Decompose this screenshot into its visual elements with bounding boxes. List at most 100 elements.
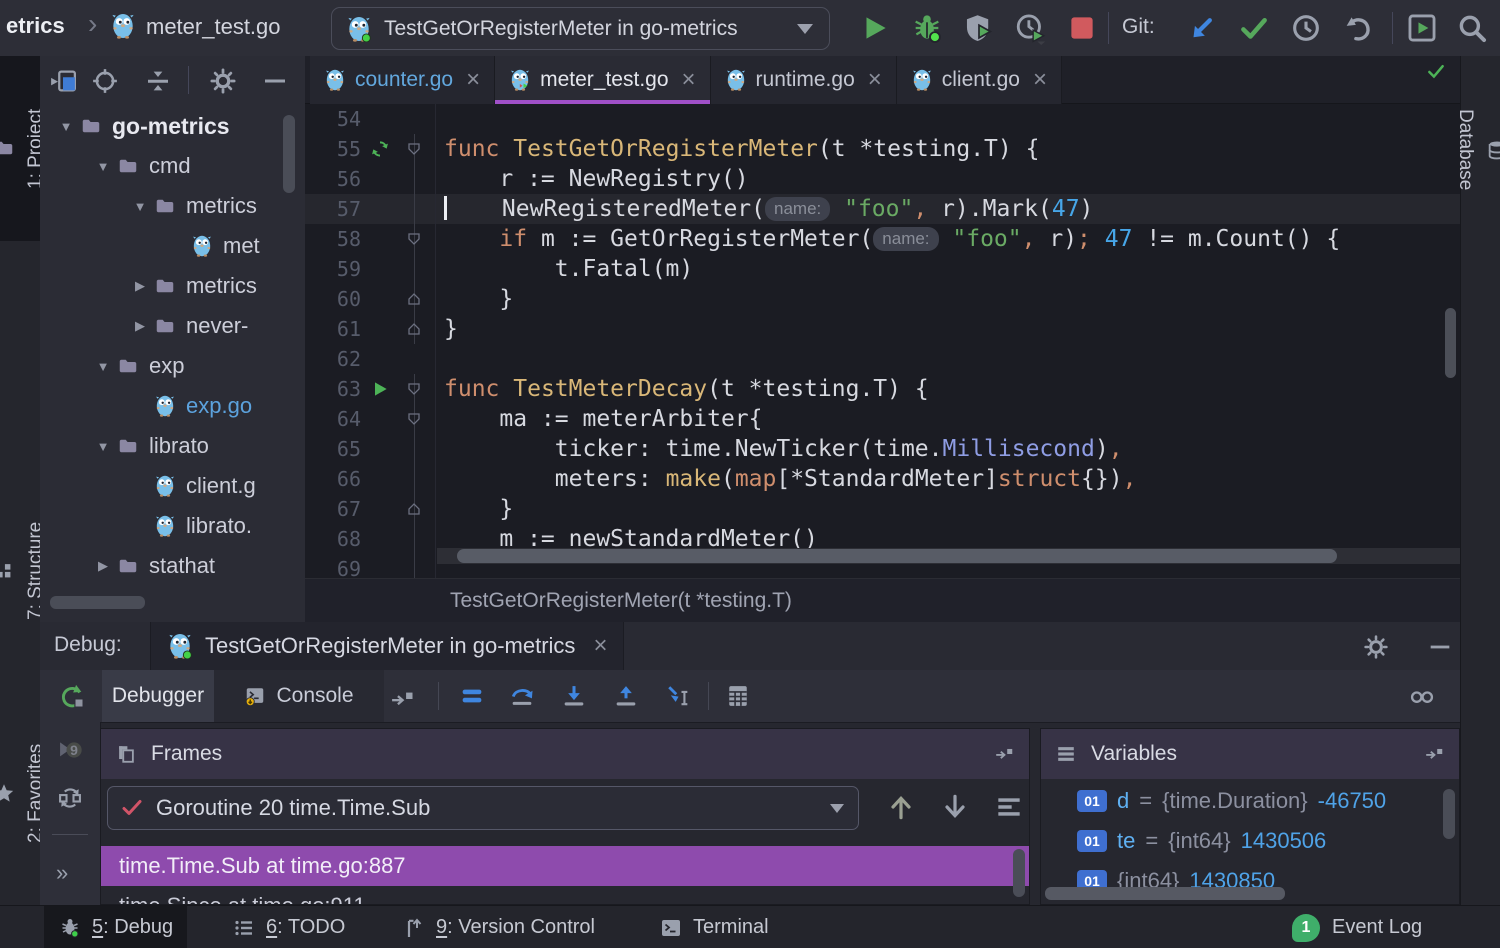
hot-swap-button[interactable] [56, 784, 84, 812]
frames-vertical-scrollbar[interactable] [1013, 849, 1025, 897]
statusbar-item-5-debug[interactable]: 5: Debug [44, 906, 188, 948]
tree-item-go-metrics[interactable]: ▼ go-metrics [40, 106, 305, 146]
fold-marker-icon[interactable] [407, 382, 421, 396]
stop-button[interactable] [1065, 11, 1099, 45]
git-rollback-button[interactable] [1341, 11, 1375, 45]
line-number[interactable]: 55 [305, 134, 361, 164]
editor-tab-runtime-go[interactable]: runtime.go × [710, 56, 897, 104]
frame-row[interactable]: time.Since at time.go:911 [101, 886, 1029, 904]
frame-row[interactable]: time.Time.Sub at time.go:887 [101, 846, 1029, 886]
fold-marker-icon[interactable] [407, 412, 421, 426]
debug-settings-gear-icon[interactable] [1362, 633, 1390, 661]
code-line-56[interactable]: 56 r := NewRegistry() [305, 164, 1460, 194]
tree-chevron-icon[interactable]: ▶ [126, 278, 154, 294]
run-anything-button[interactable] [1405, 11, 1439, 45]
code-line-65[interactable]: 65 ticker: time.NewTicker(time.Milliseco… [305, 434, 1460, 464]
fold-gutter[interactable] [399, 494, 429, 524]
variables-horizontal-scrollbar[interactable] [1045, 887, 1285, 900]
debug-tab-debugger[interactable]: Debugger [102, 670, 214, 722]
search-everywhere-button[interactable] [1455, 11, 1489, 45]
code-line-57[interactable]: 57 NewRegisteredMeter(name: "foo", r).Ma… [305, 194, 1460, 224]
debug-button[interactable] [910, 11, 944, 45]
line-number[interactable]: 65 [305, 434, 361, 464]
run-test-gutter-icon[interactable] [361, 374, 399, 404]
breadcrumb-project[interactable]: etrics [6, 13, 65, 39]
tree-item-exp-go[interactable]: exp.go [40, 386, 305, 426]
tab-close-icon[interactable]: × [1033, 68, 1047, 92]
tab-close-icon[interactable]: × [466, 68, 480, 92]
profiler-button[interactable] [1014, 11, 1048, 45]
line-number[interactable]: 64 [305, 404, 361, 434]
line-number[interactable]: 61 [305, 314, 361, 344]
project-horizontal-scrollbar[interactable] [50, 596, 145, 609]
run-to-cursor-button[interactable] [664, 682, 692, 710]
line-number[interactable]: 57 [305, 194, 361, 224]
toolwindow-button-database[interactable]: Database [1455, 62, 1500, 237]
goroutine-select[interactable]: Goroutine 20 time.Time.Sub [107, 786, 859, 830]
resume-program-button[interactable]: 9 [56, 736, 84, 764]
line-number[interactable]: 69 [305, 554, 361, 578]
editor-vertical-scrollbar[interactable] [1445, 308, 1456, 378]
line-number[interactable]: 62 [305, 344, 361, 374]
code-line-58[interactable]: 58 if m := GetOrRegisterMeter(name: "foo… [305, 224, 1460, 254]
tree-chevron-icon[interactable]: ▶ [89, 558, 117, 574]
breadcrumb-file[interactable]: meter_test.go [146, 14, 281, 40]
editor-horizontal-scrollbar-track[interactable] [437, 548, 1460, 564]
variable-row[interactable]: 01 d = {time.Duration} -46750 [1041, 781, 1459, 821]
evaluate-expression-button[interactable] [724, 682, 752, 710]
fold-marker-icon[interactable] [407, 292, 421, 306]
code-line-59[interactable]: 59 t.Fatal(m) [305, 254, 1460, 284]
tree-chevron-icon[interactable]: ▼ [126, 199, 154, 214]
tree-item-never-[interactable]: ▶ never- [40, 306, 305, 346]
git-history-button[interactable] [1289, 11, 1323, 45]
close-session-icon[interactable]: × [593, 632, 607, 660]
toolwindow-button-7-structure[interactable]: 7: Structure [0, 476, 46, 666]
fold-gutter[interactable] [399, 284, 429, 314]
tree-item-librato[interactable]: ▼ librato [40, 426, 305, 466]
step-over-button[interactable] [508, 682, 536, 710]
glasses-icon[interactable] [1408, 682, 1436, 710]
tab-close-icon[interactable]: × [682, 68, 696, 92]
step-into-button[interactable] [560, 682, 588, 710]
tree-item-metrics[interactable]: ▶ metrics [40, 266, 305, 306]
fold-gutter[interactable] [399, 224, 429, 254]
editor-tab-counter-go[interactable]: counter.go × [310, 56, 496, 104]
next-frame-button[interactable] [939, 791, 971, 823]
code-editor[interactable]: 54 55 func TestGetOrRegisterMeter(t *testi… [305, 104, 1460, 578]
line-number[interactable]: 66 [305, 464, 361, 494]
select-opened-file-button[interactable] [48, 66, 78, 96]
statusbar-item-terminal[interactable]: Terminal [645, 906, 783, 948]
line-number[interactable]: 58 [305, 224, 361, 254]
fold-gutter[interactable] [399, 404, 429, 434]
tab-close-icon[interactable]: × [868, 68, 882, 92]
tree-chevron-icon[interactable]: ▶ [126, 318, 154, 334]
event-log-widget[interactable]: 1 Event Log [1292, 906, 1422, 948]
project-vertical-scrollbar[interactable] [283, 115, 295, 193]
collapse-all-button[interactable] [143, 66, 173, 96]
show-execution-point-button[interactable] [458, 682, 486, 710]
code-line-66[interactable]: 66 meters: make(map[*StandardMeter]struc… [305, 464, 1460, 494]
code-line-61[interactable]: 61} [305, 314, 1460, 344]
debug-session-tab[interactable]: TestGetOrRegisterMeter in go-metrics × [150, 622, 625, 670]
rerun-button[interactable] [58, 682, 86, 710]
rerun-test-gutter-icon[interactable] [361, 134, 399, 164]
line-number[interactable]: 54 [305, 104, 361, 134]
statusbar-item-9-version-control[interactable]: 9: Version Control [388, 906, 609, 948]
editor-tab-client-go[interactable]: client.go × [896, 56, 1062, 104]
line-number[interactable]: 63 [305, 374, 361, 404]
run-with-coverage-button[interactable] [962, 11, 996, 45]
fold-gutter[interactable] [399, 374, 429, 404]
tree-item-metrics[interactable]: ▼ metrics [40, 186, 305, 226]
rerun-gutter-icon[interactable] [370, 139, 390, 159]
editor-breadcrumb[interactable]: TestGetOrRegisterMeter(t *testing.T) [450, 589, 792, 613]
locate-button[interactable] [90, 66, 120, 96]
fold-gutter[interactable] [399, 134, 429, 164]
previous-frame-button[interactable] [885, 791, 917, 823]
tree-item-cmd[interactable]: ▼ cmd [40, 146, 305, 186]
variables-vertical-scrollbar[interactable] [1443, 789, 1455, 839]
statusbar-item-6-todo[interactable]: 6: TODO [218, 906, 359, 948]
line-number[interactable]: 56 [305, 164, 361, 194]
fold-marker-icon[interactable] [407, 232, 421, 246]
code-line-63[interactable]: 63 func TestMeterDecay(t *testing.T) { [305, 374, 1460, 404]
fold-marker-icon[interactable] [407, 502, 421, 516]
